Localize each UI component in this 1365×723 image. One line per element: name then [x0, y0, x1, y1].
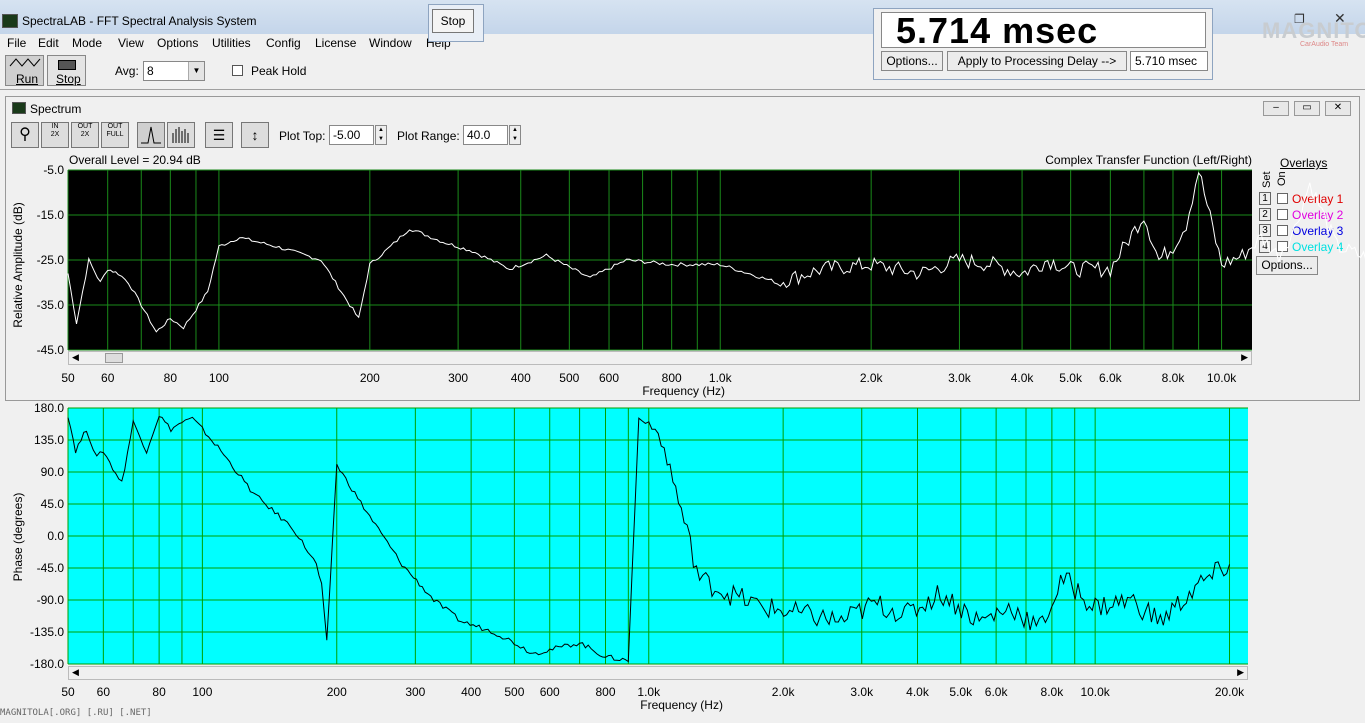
y-tick-label: -180.0	[30, 657, 64, 671]
x-tick-label: 5.0k	[1059, 371, 1083, 385]
x-tick-label: 50	[61, 685, 75, 699]
y-tick-label: 180.0	[34, 401, 64, 415]
x-tick-label: 800	[595, 685, 615, 699]
x-tick-label: 800	[662, 371, 682, 385]
x-axis-label: Frequency (Hz)	[642, 384, 725, 398]
y-axis-label: Relative Amplitude (dB)	[11, 202, 25, 327]
x-tick-label: 200	[327, 685, 347, 699]
y-tick-label: -135.0	[30, 625, 64, 639]
x-tick-label: 60	[97, 685, 111, 699]
scroll-left-icon: ◀	[72, 352, 79, 362]
x-tick-label: 500	[559, 371, 579, 385]
x-tick-label: 1.0k	[637, 685, 661, 699]
y-tick-label: 45.0	[41, 497, 65, 511]
y-tick-label: 135.0	[34, 433, 64, 447]
x-tick-label: 300	[405, 685, 425, 699]
x-tick-label: 400	[511, 371, 531, 385]
x-tick-label: 8.0k	[1162, 371, 1186, 385]
phase-scrollbar[interactable]: ◀ ▶	[68, 666, 1248, 680]
x-tick-label: 400	[461, 685, 481, 699]
y-tick-label: -45.0	[37, 561, 65, 575]
x-tick-label: 8.0k	[1041, 685, 1065, 699]
y-tick-label: -90.0	[37, 593, 65, 607]
scroll-left-icon: ◀	[72, 667, 79, 677]
x-tick-label: 3.0k	[948, 371, 972, 385]
x-tick-label: 20.0k	[1215, 685, 1245, 699]
y-tick-label: -45.0	[37, 343, 65, 357]
x-tick-label: 1.0k	[709, 371, 733, 385]
x-tick-label: 100	[209, 371, 229, 385]
x-tick-label: 6.0k	[985, 685, 1009, 699]
x-tick-label: 80	[164, 371, 178, 385]
y-tick-label: 90.0	[41, 465, 65, 479]
x-tick-label: 50	[61, 371, 75, 385]
x-tick-label: 4.0k	[1011, 371, 1035, 385]
x-tick-label: 300	[448, 371, 468, 385]
magnitude-scrollbar[interactable]: ◀ ▶	[68, 351, 1252, 365]
x-tick-label: 200	[360, 371, 380, 385]
y-tick-label: 0.0	[47, 529, 64, 543]
x-axis-label: Frequency (Hz)	[640, 698, 723, 712]
x-tick-label: 10.0k	[1207, 371, 1237, 385]
x-tick-label: 600	[540, 685, 560, 699]
x-tick-label: 5.0k	[949, 685, 973, 699]
x-tick-label: 500	[504, 685, 524, 699]
x-tick-label: 60	[101, 371, 115, 385]
x-tick-label: 80	[152, 685, 166, 699]
x-tick-label: 2.0k	[860, 371, 884, 385]
y-axis-label: Phase (degrees)	[11, 493, 25, 582]
x-tick-label: 2.0k	[772, 685, 796, 699]
y-tick-label: -35.0	[37, 298, 65, 312]
x-tick-label: 10.0k	[1080, 685, 1110, 699]
scroll-right-icon: ▶	[1237, 667, 1244, 677]
x-tick-label: 100	[192, 685, 212, 699]
y-tick-label: -15.0	[37, 208, 65, 222]
y-tick-label: -5.0	[43, 163, 64, 177]
y-tick-label: -25.0	[37, 253, 65, 267]
x-tick-label: 600	[599, 371, 619, 385]
scroll-thumb[interactable]	[105, 353, 123, 363]
footer-watermark: MAGNITOLA[.ORG] [.RU] [.NET]	[0, 708, 152, 718]
scroll-right-icon: ▶	[1241, 352, 1248, 362]
x-tick-label: 3.0k	[850, 685, 874, 699]
x-tick-label: 4.0k	[906, 685, 930, 699]
x-tick-label: 6.0k	[1099, 371, 1123, 385]
